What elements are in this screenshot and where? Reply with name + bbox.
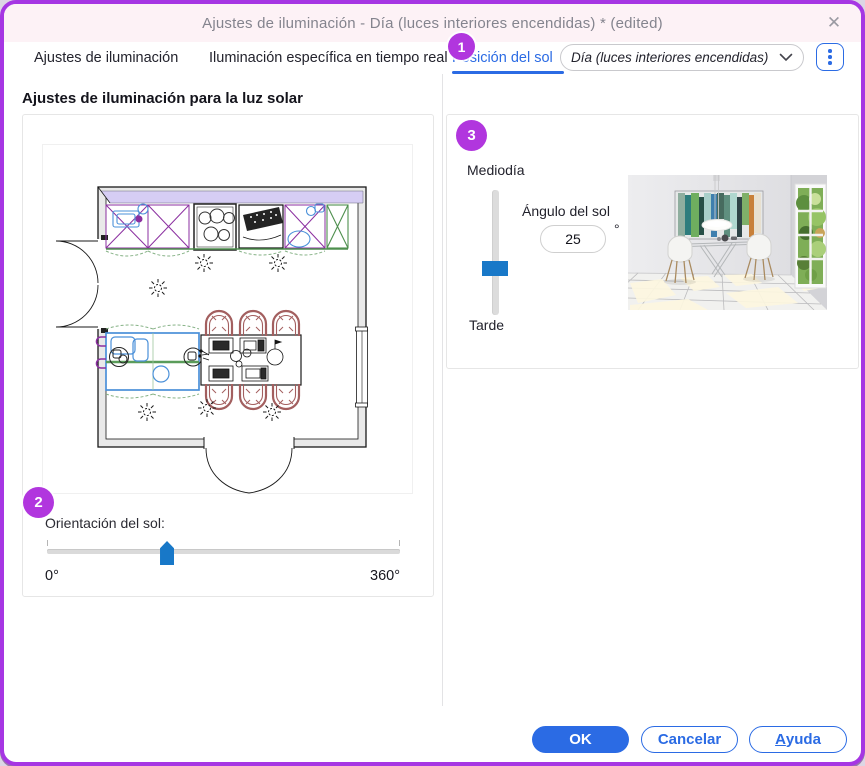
sun-angle-unit: °: [614, 221, 620, 237]
dialog-title: Ajustes de iluminación - Día (luces inte…: [202, 14, 663, 32]
sunlight-section-heading: Ajustes de iluminación para la luz solar: [22, 90, 303, 107]
lighting-preset-value: Día (luces interiores encendidas): [571, 50, 769, 65]
sun-orientation-label: Orientación del sol:: [45, 515, 165, 531]
help-button[interactable]: Ayuda: [749, 726, 847, 753]
sun-elevation-slider[interactable]: [482, 190, 508, 315]
sun-orientation-slider[interactable]: [47, 540, 400, 570]
panel-divider: [442, 74, 443, 706]
step-badge-3: 3: [456, 120, 487, 151]
ok-button[interactable]: OK: [532, 726, 629, 753]
chevron-down-icon: [779, 49, 793, 67]
cancel-button[interactable]: Cancelar: [641, 726, 738, 753]
close-icon[interactable]: ✕: [823, 12, 845, 34]
slider-track[interactable]: [47, 549, 400, 554]
floor-plan-drawing: [55, 186, 368, 494]
more-options-button[interactable]: [816, 43, 844, 71]
sun-orientation-slider-handle[interactable]: [160, 541, 175, 565]
render-image: [628, 175, 827, 310]
sun-angle-input[interactable]: 25: [540, 225, 606, 253]
lighting-preset-dropdown[interactable]: Día (luces interiores encendidas): [560, 44, 804, 71]
sun-elevation-slider-handle[interactable]: [482, 260, 508, 276]
lighting-settings-dialog: Ajustes de iluminación - Día (luces inte…: [0, 0, 865, 766]
kebab-dot: [828, 61, 832, 65]
evening-label: Tarde: [469, 317, 505, 333]
lighting-settings-dialog-stage: Ajustes de iluminación - Día (luces inte…: [0, 0, 865, 766]
noon-label: Mediodía: [467, 162, 525, 178]
active-tab-underline: [452, 71, 564, 74]
sun-angle-panel: Mediodía Tarde Ángulo del sol 25 °: [446, 114, 859, 369]
elevation-slider-track[interactable]: [491, 190, 499, 315]
sun-angle-label: Ángulo del sol: [522, 203, 610, 219]
slider-min-tick: [47, 540, 48, 546]
help-button-mnemonic: A: [775, 731, 786, 748]
kebab-dot: [828, 55, 832, 59]
help-button-label-rest: yuda: [785, 731, 821, 748]
orientation-min-value: 0°: [45, 568, 59, 584]
orientation-max-value: 360°: [370, 568, 400, 584]
interior-render-preview: [628, 175, 827, 310]
step-badge-2: 2: [23, 487, 54, 518]
floor-plan-view[interactable]: [42, 144, 413, 494]
titlebar: Ajustes de iluminación - Día (luces inte…: [4, 4, 861, 42]
step-badge-1: 1: [448, 33, 475, 60]
tab-realtime-lighting[interactable]: Iluminación específica en tiempo real: [209, 50, 448, 66]
kebab-dot: [828, 49, 832, 53]
slider-max-tick: [399, 540, 400, 546]
tab-lighting-settings[interactable]: Ajustes de iluminación: [34, 50, 178, 66]
sun-orientation-panel: Orientación del sol: 0° 360°: [22, 114, 434, 597]
